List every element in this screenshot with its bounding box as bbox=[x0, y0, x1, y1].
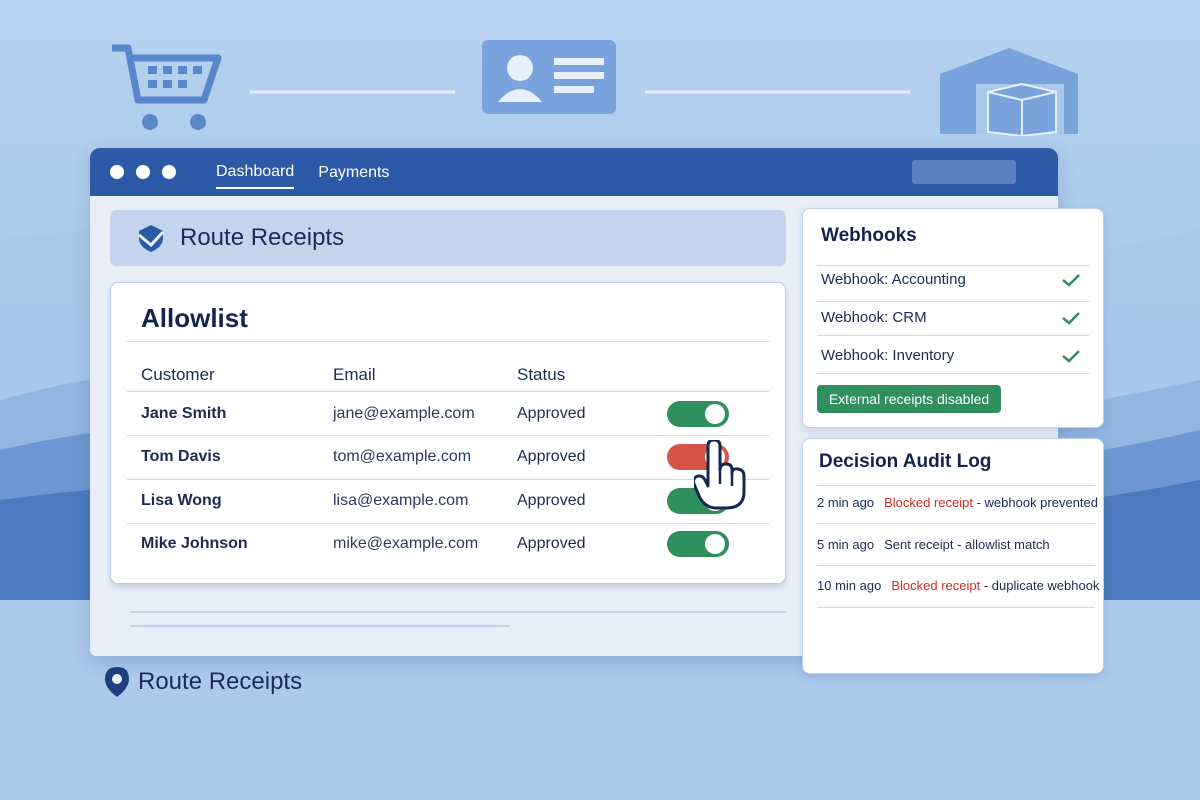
check-icon bbox=[1062, 350, 1080, 363]
check-icon bbox=[1062, 274, 1080, 287]
placeholder-lines bbox=[130, 611, 786, 627]
divider bbox=[817, 301, 1089, 302]
window-control-maximize[interactable] bbox=[162, 165, 176, 179]
title-bar: Dashboard Payments bbox=[90, 148, 1058, 196]
log-text: - duplicate webhook bbox=[980, 578, 1100, 593]
row-customer: Mike Johnson bbox=[141, 535, 248, 552]
allowlist-card: Allowlist Customer Email Status Jane Smi… bbox=[110, 282, 786, 584]
contact-card-icon bbox=[482, 40, 616, 114]
page-title: Route Receipts bbox=[180, 224, 345, 251]
row-status: Approved bbox=[517, 492, 586, 509]
audit-log-entry: 5 min ago Sent receipt - allowlist match bbox=[817, 537, 1050, 552]
audit-log-entry: 10 min ago Blocked receipt - duplicate we… bbox=[817, 578, 1099, 593]
allow-toggle-mike-johnson[interactable] bbox=[667, 531, 729, 557]
webhook-item[interactable]: Webhook: Inventory bbox=[821, 347, 954, 364]
tab-payments[interactable]: Payments bbox=[318, 156, 389, 188]
brand-label: Route Receipts bbox=[138, 668, 303, 695]
log-timestamp: 2 min ago bbox=[817, 495, 875, 510]
hand-pointer-icon bbox=[694, 440, 746, 510]
search-bar[interactable] bbox=[912, 160, 1016, 184]
divider bbox=[127, 391, 769, 392]
divider bbox=[817, 335, 1089, 336]
tab-dashboard[interactable]: Dashboard bbox=[216, 155, 295, 189]
divider bbox=[817, 565, 1095, 566]
row-status: Approved bbox=[517, 405, 586, 422]
row-email: mike@example.com bbox=[333, 535, 479, 552]
row-customer: Jane Smith bbox=[141, 405, 227, 422]
row-email: lisa@example.com bbox=[333, 492, 469, 509]
webhooks-title: Webhooks bbox=[821, 225, 917, 246]
audit-log-card: Decision Audit Log 2 min ago Blocked rece… bbox=[802, 438, 1104, 674]
divider bbox=[127, 341, 769, 342]
row-email: jane@example.com bbox=[333, 405, 475, 422]
column-header-status: Status bbox=[517, 365, 566, 384]
status-badge: External receipts disabled bbox=[817, 385, 1001, 413]
column-header-customer: Customer bbox=[141, 365, 215, 384]
log-highlight: Blocked receipt bbox=[891, 578, 981, 593]
allow-toggle-jane-smith[interactable] bbox=[667, 401, 729, 427]
webhooks-card: Webhooks Webhook: Accounting Webhook: CR… bbox=[802, 208, 1104, 428]
allowlist-title: Allowlist bbox=[141, 303, 248, 333]
divider bbox=[817, 265, 1089, 266]
log-timestamp: 5 min ago bbox=[817, 537, 875, 552]
row-status: Approved bbox=[517, 535, 586, 552]
row-email: tom@example.com bbox=[333, 448, 472, 465]
window-control-minimize[interactable] bbox=[136, 165, 150, 179]
shopping-cart-icon bbox=[112, 44, 222, 130]
row-customer: Tom Davis bbox=[141, 448, 221, 465]
webhook-item[interactable]: Webhook: Accounting bbox=[821, 271, 966, 288]
divider bbox=[127, 435, 769, 436]
log-text: Sent receipt - allowlist match bbox=[884, 537, 1050, 552]
audit-log-title: Decision Audit Log bbox=[819, 451, 992, 472]
check-icon bbox=[1062, 312, 1080, 325]
divider bbox=[817, 607, 1095, 608]
log-highlight: Blocked receipt bbox=[884, 495, 973, 510]
divider bbox=[817, 485, 1095, 486]
divider bbox=[127, 479, 769, 480]
window-control-close[interactable] bbox=[110, 165, 124, 179]
divider bbox=[817, 523, 1095, 524]
audit-log-entry: 2 min ago Blocked receipt - webhook preve… bbox=[817, 495, 1098, 510]
page-header: Route Receipts bbox=[110, 210, 786, 266]
row-status: Approved bbox=[517, 448, 586, 465]
log-text: - webhook prevented bbox=[972, 495, 1099, 510]
row-customer: Lisa Wong bbox=[141, 492, 222, 509]
divider bbox=[127, 523, 769, 524]
warehouse-icon bbox=[940, 48, 1078, 136]
divider bbox=[817, 373, 1089, 374]
log-timestamp: 10 min ago bbox=[817, 578, 882, 593]
column-header-email: Email bbox=[333, 365, 376, 384]
webhook-item[interactable]: Webhook: CRM bbox=[821, 309, 927, 326]
shield-logo-icon bbox=[138, 225, 165, 252]
location-pin-icon bbox=[105, 667, 129, 697]
brand-footer: Route Receipts bbox=[104, 666, 302, 698]
